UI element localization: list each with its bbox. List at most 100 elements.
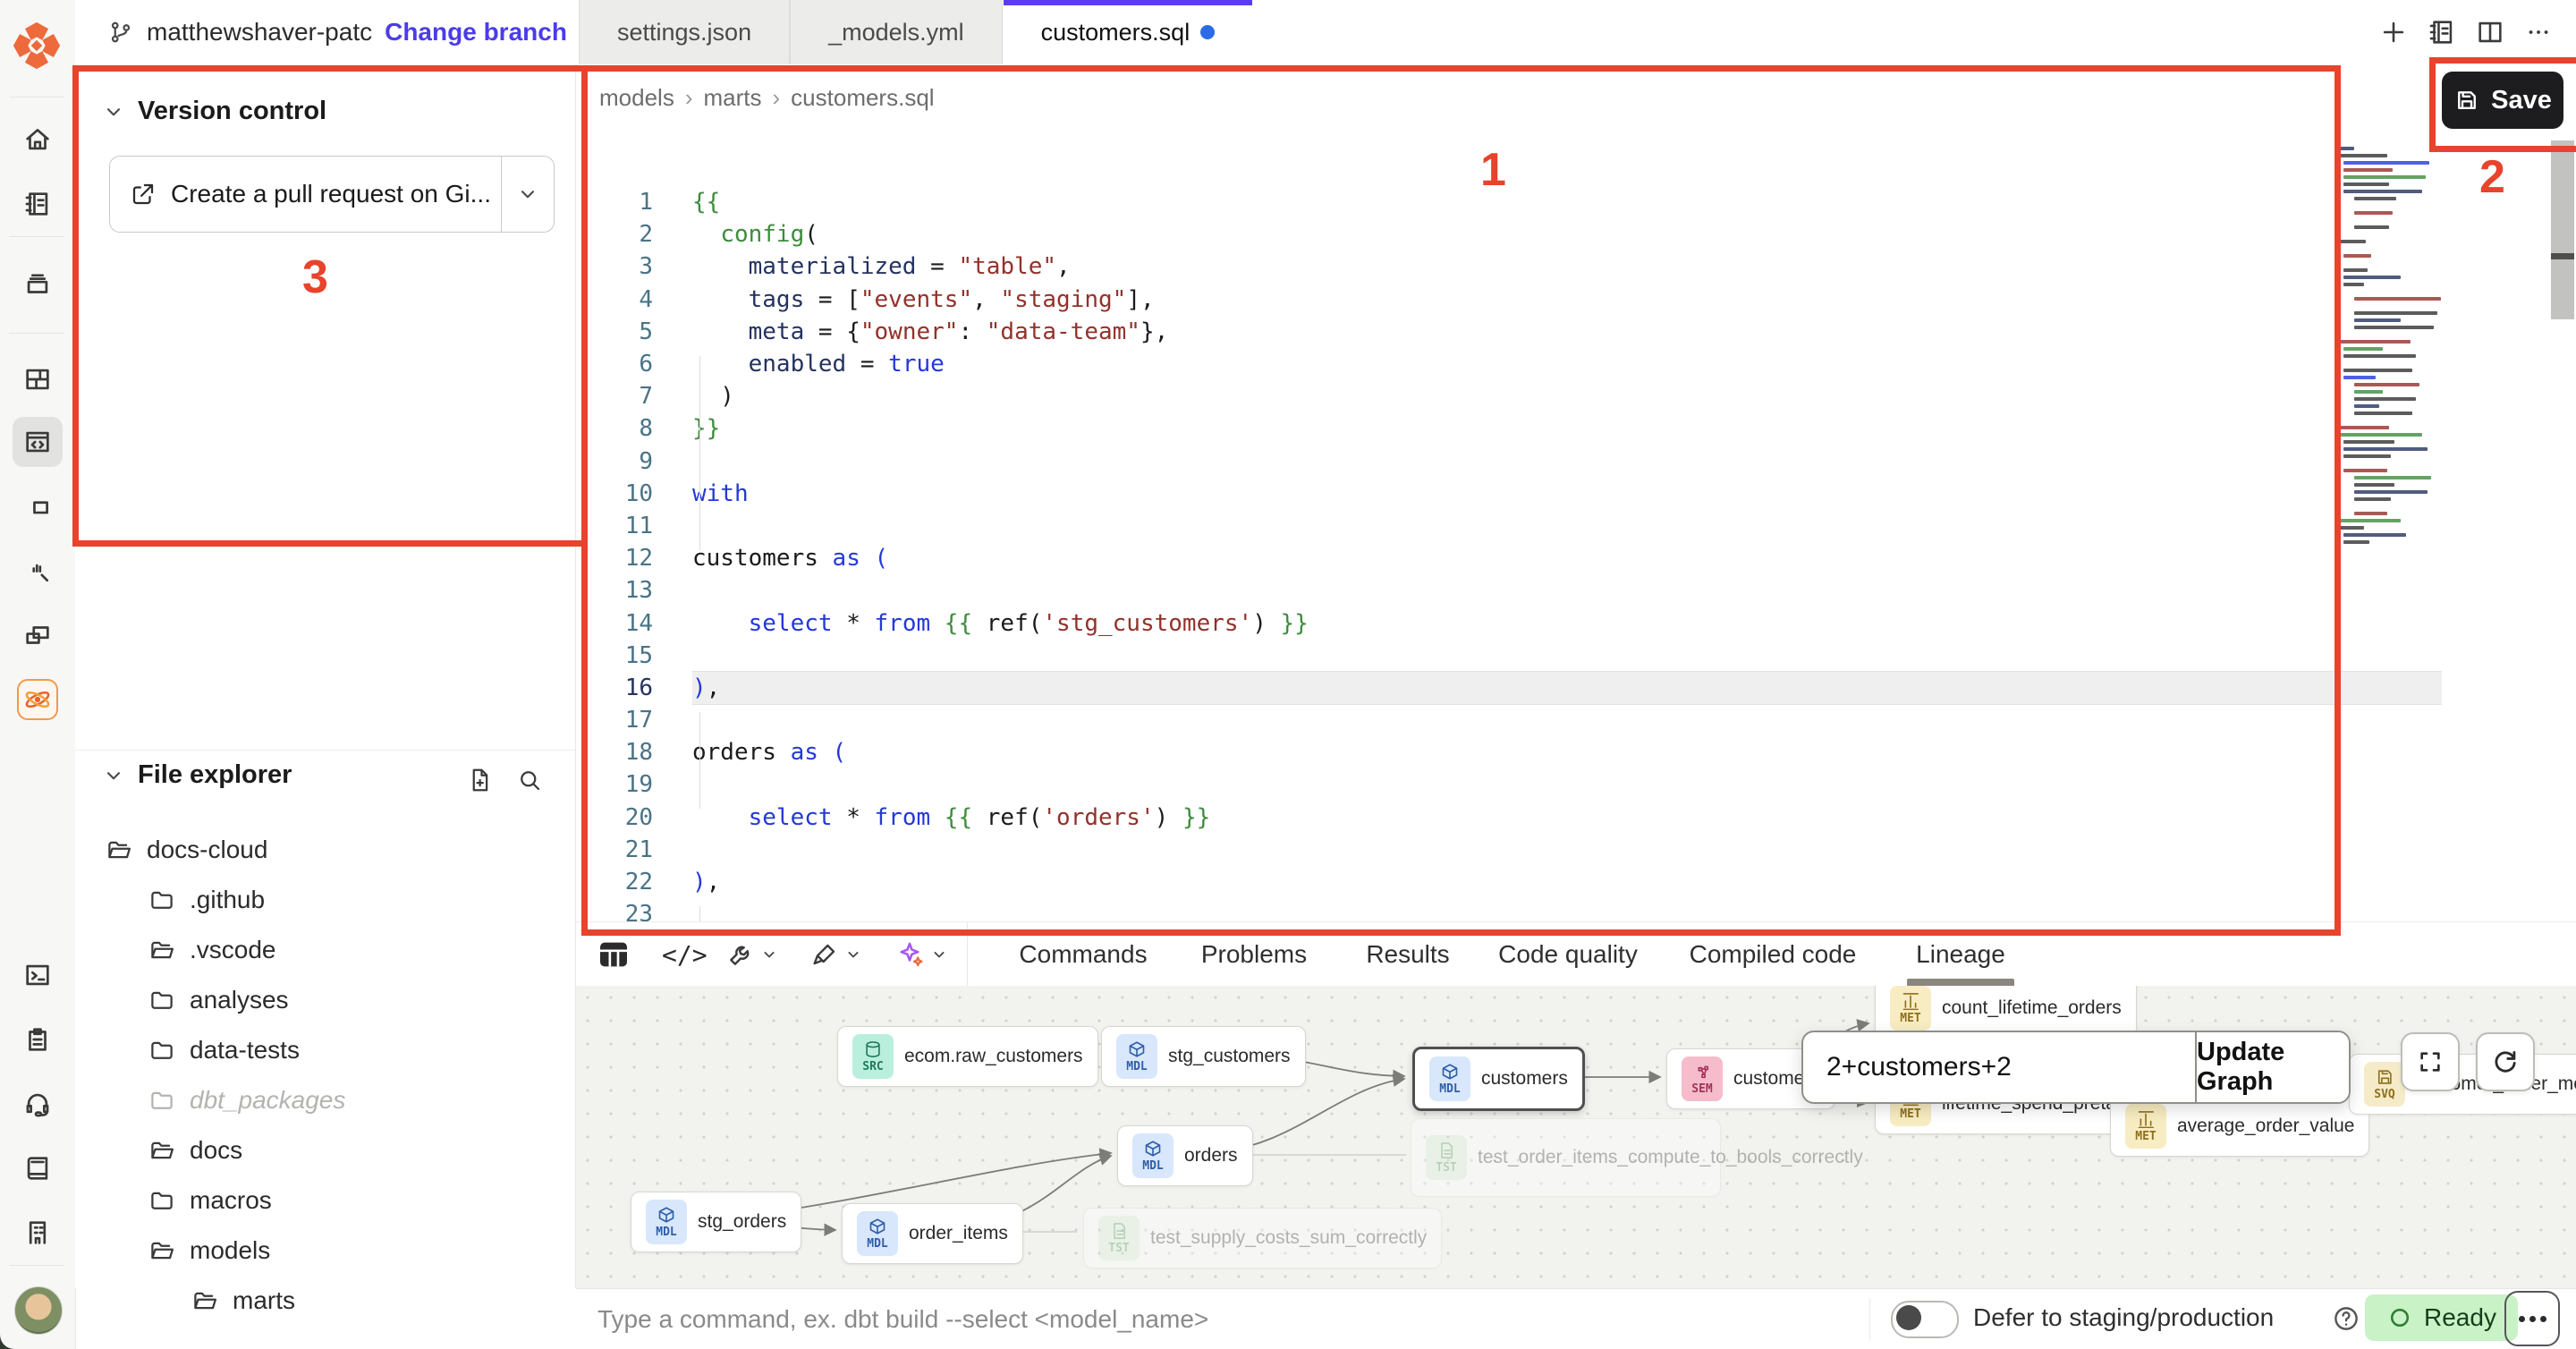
line-number: 15 — [576, 640, 662, 672]
status-circle-icon — [2386, 1304, 2413, 1331]
tray-icon[interactable] — [13, 259, 63, 310]
folder-icon — [148, 1187, 175, 1214]
file-name: dbt_packages — [190, 1086, 345, 1115]
panel-tab-commands[interactable]: Commands — [1011, 922, 1156, 987]
terminal-icon[interactable] — [13, 950, 63, 1000]
save-button[interactable]: Save — [2442, 72, 2563, 129]
code-icon[interactable] — [13, 417, 63, 467]
tab-customers.sql[interactable]: customers.sql — [1003, 0, 1254, 64]
lineage-node-stg_orders[interactable]: MDLstg_orders — [631, 1192, 801, 1252]
overflow-menu-icon[interactable] — [2517, 11, 2560, 54]
tab-settings.json[interactable]: settings.json — [579, 0, 790, 64]
lineage-node-order_items[interactable]: MDLorder_items — [842, 1203, 1023, 1264]
lineage-node-test_supply_costs_sum_correctly[interactable]: TSTtest_supply_costs_sum_correctly — [1083, 1208, 1442, 1268]
lineage-node-stg_customers[interactable]: MDLstg_customers — [1101, 1026, 1306, 1087]
code-line — [692, 704, 2442, 736]
code-view-icon[interactable]: </> — [662, 935, 708, 974]
file-tree-item-.vscode[interactable]: .vscode — [75, 925, 575, 975]
file-tree-item-docs-cloud[interactable]: docs-cloud — [75, 825, 575, 875]
ai-assist-icon[interactable] — [894, 935, 948, 974]
code-editor[interactable]: models›marts›customers.sql 1234567891011… — [576, 64, 2576, 921]
frame-icon[interactable] — [13, 481, 63, 531]
breadcrumb-item[interactable]: models — [599, 84, 674, 112]
help-icon[interactable] — [2331, 1303, 2361, 1334]
status-badge: Ready — [2365, 1294, 2518, 1341]
notebook-icon[interactable] — [13, 179, 63, 229]
defer-toggle[interactable] — [1891, 1301, 1959, 1338]
file-tree-item-marts[interactable]: marts — [75, 1276, 575, 1326]
folder-icon — [148, 887, 175, 913]
change-branch-link[interactable]: Change branch — [385, 18, 567, 47]
notebook-panel-icon[interactable] — [2420, 11, 2463, 54]
file-tree-item-macros[interactable]: macros — [75, 1175, 575, 1226]
build-tools-icon[interactable] — [726, 935, 778, 974]
home-icon[interactable] — [13, 115, 63, 165]
file-tree-item-.github[interactable]: .github — [75, 875, 575, 925]
refresh-graph-icon[interactable] — [2476, 1032, 2535, 1091]
user-avatar[interactable] — [14, 1286, 63, 1335]
lineage-node-customer_order_metrics[interactable]: SVQcustomer_order_metrics — [2349, 1054, 2576, 1115]
statusbar-more-button[interactable] — [2504, 1291, 2560, 1346]
search-files-icon[interactable] — [510, 760, 549, 800]
clipboard-icon[interactable] — [13, 1014, 63, 1065]
pr-button-dropdown[interactable] — [501, 157, 554, 232]
lineage-node-average_order_value[interactable]: METaverage_order_value — [2110, 1096, 2369, 1157]
lineage-node-test_order_items_compute_to_bools_correctly[interactable]: TSTtest_order_items_compute_to_bools_cor… — [1411, 1118, 1721, 1197]
panel-tab-problems[interactable]: Problems — [1191, 922, 1317, 987]
code-line — [692, 574, 2442, 607]
breadcrumb-item[interactable]: marts — [704, 84, 762, 112]
tab-label: _models.yml — [828, 19, 964, 47]
file-name: .github — [190, 886, 265, 914]
lineage-node-orders[interactable]: MDLorders — [1117, 1125, 1253, 1186]
file-tree-item-analyses[interactable]: analyses — [75, 975, 575, 1025]
editor-scrollbar[interactable] — [2551, 140, 2574, 319]
panel-tab-results[interactable]: Results — [1356, 922, 1460, 987]
file-explorer-header[interactable]: File explorer — [102, 760, 292, 790]
headset-icon[interactable] — [13, 1079, 63, 1129]
lineage-node-customers[interactable]: MDLcustomers — [1412, 1047, 1585, 1111]
windows-icon[interactable] — [13, 610, 63, 660]
code-line: ), — [692, 866, 2442, 898]
indent-guide — [699, 712, 700, 809]
file-tree-item-models[interactable]: models — [75, 1226, 575, 1276]
panel-tab-lineage[interactable]: Lineage — [1909, 922, 2012, 987]
file-tree-item-docs[interactable]: docs — [75, 1125, 575, 1175]
book-icon[interactable] — [13, 1143, 63, 1193]
results-table-icon[interactable] — [596, 935, 631, 974]
file-tabs: settings.json _models.yml customers.sql — [579, 0, 1253, 64]
code-line: }} — [692, 412, 2442, 445]
file-name: marts — [233, 1286, 295, 1315]
building-icon[interactable] — [13, 1208, 63, 1258]
external-link-icon — [130, 181, 157, 208]
lineage-selector-input[interactable] — [1803, 1032, 2195, 1102]
format-icon[interactable] — [810, 935, 862, 974]
split-editor-icon[interactable] — [2469, 11, 2512, 54]
code-area[interactable]: {{ config( materialized = "table", tags … — [692, 186, 2442, 963]
version-control-header[interactable]: Version control — [102, 97, 326, 126]
minimap[interactable] — [2334, 145, 2451, 546]
file-tree-item-dbt_packages[interactable]: dbt_packages — [75, 1075, 575, 1125]
new-tab-icon[interactable] — [2372, 11, 2415, 54]
fullscreen-icon[interactable] — [2401, 1032, 2460, 1091]
panel-tab-compiled-code[interactable]: Compiled code — [1683, 922, 1862, 987]
fusion-icon[interactable] — [13, 674, 63, 725]
folder-open-icon — [148, 1237, 175, 1264]
command-input[interactable]: Type a command, ex. dbt build --select <… — [597, 1302, 1832, 1337]
file-tree-item-data-tests[interactable]: data-tests — [75, 1025, 575, 1075]
lineage-canvas[interactable]: SRCecom.raw_customersMDLstg_customers MDL… — [576, 986, 2576, 1288]
code-line: materialized = "table", — [692, 250, 2442, 283]
breadcrumb-separator: › — [685, 84, 693, 112]
update-graph-button[interactable]: Update Graph — [2195, 1032, 2349, 1102]
breadcrumb-item[interactable]: customers.sql — [791, 84, 934, 112]
create-pull-request-button[interactable]: Create a pull request on Gi... — [109, 156, 555, 233]
rail-divider — [9, 97, 64, 98]
grid-icon[interactable] — [13, 354, 63, 404]
code-line: meta = {"owner": "data-team"}, — [692, 316, 2442, 348]
new-file-icon[interactable] — [460, 760, 499, 800]
panel-tab-code-quality[interactable]: Code quality — [1492, 922, 1644, 987]
lineage-node-ecom.raw_customers[interactable]: SRCecom.raw_customers — [837, 1026, 1098, 1087]
insights-icon[interactable] — [13, 546, 63, 596]
dbt-logo-icon[interactable] — [11, 20, 63, 72]
line-number: 11 — [576, 510, 662, 542]
tab-_models.yml[interactable]: _models.yml — [790, 0, 1003, 64]
